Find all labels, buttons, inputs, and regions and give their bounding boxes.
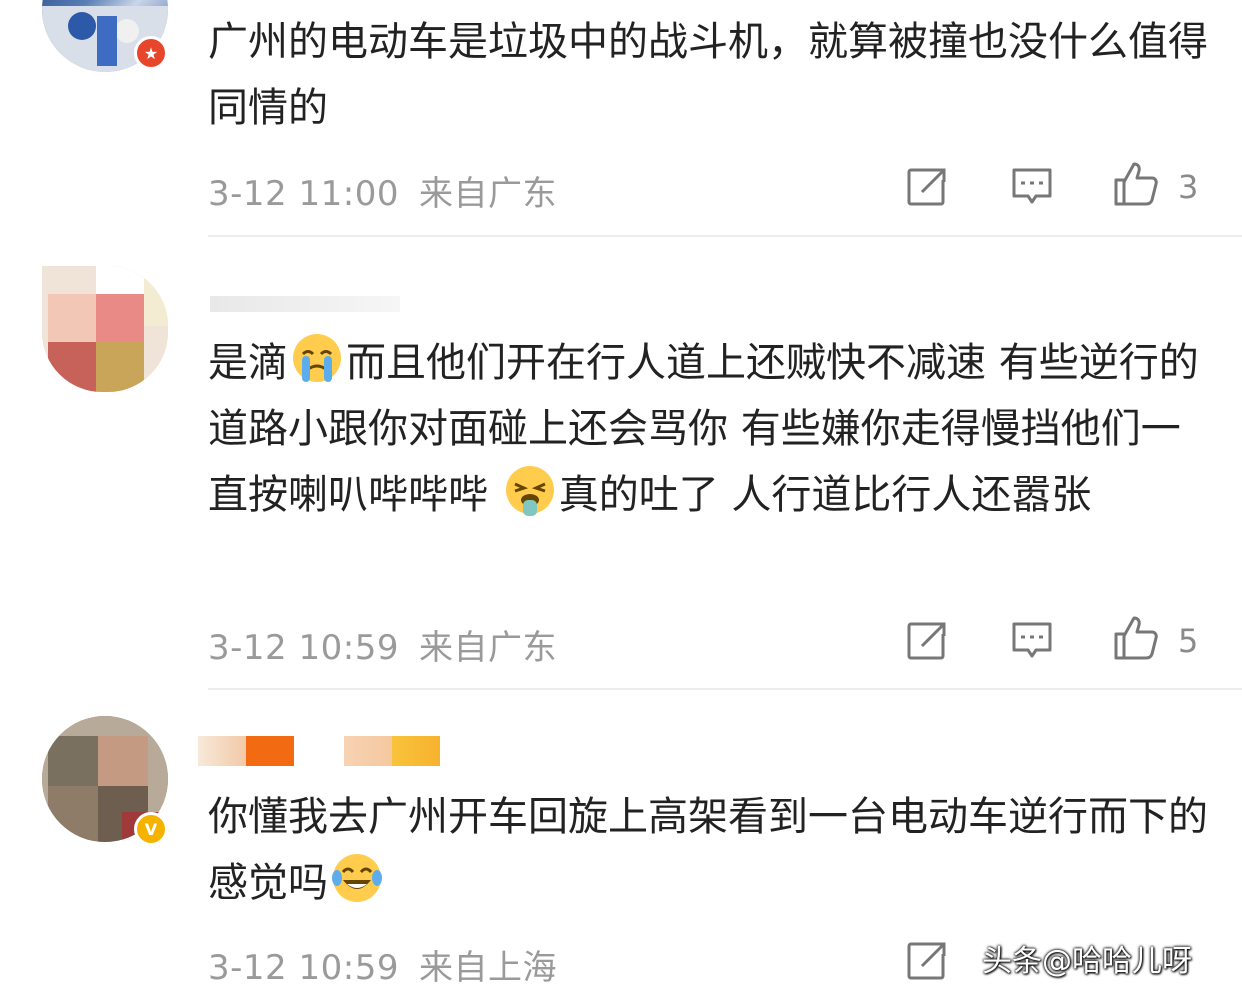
comment-date: 3-12 10:59: [208, 948, 399, 988]
divider: [208, 688, 1242, 690]
comment-meta: 3-12 10:59 来自广东: [208, 620, 557, 669]
reply-icon[interactable]: [1008, 162, 1056, 210]
comment-location: 来自广东: [418, 628, 557, 668]
username-blurred: [344, 736, 440, 766]
comment-location: 来自上海: [418, 948, 557, 988]
share-icon[interactable]: [904, 616, 952, 664]
comment-text: 你懂我去广州开车回旋上高架看到一台电动车逆行而下的感觉吗: [208, 784, 1218, 916]
share-icon[interactable]: [904, 936, 952, 984]
like-count: 5: [1178, 622, 1199, 660]
star-badge-icon: ★: [134, 36, 168, 70]
comment-text-part: 是滴: [208, 340, 288, 386]
comment-meta: 3-12 10:59 来自上海: [208, 940, 557, 989]
comment-date: 3-12 11:00: [208, 174, 399, 214]
comment-meta: 3-12 11:00 来自广东: [208, 166, 557, 215]
comment-text-part: 真的吐了 人行道比行人还嚣张: [558, 472, 1092, 518]
like-icon[interactable]: [1112, 160, 1160, 208]
divider: [208, 235, 1242, 237]
comment-text: 广州的电动车是垃圾中的战斗机，就算被撞也没什么值得同情的: [208, 19, 1208, 131]
comment-date: 3-12 10:59: [208, 628, 399, 668]
like-icon[interactable]: [1112, 614, 1160, 662]
watermark: 头条@哈哈儿呀: [982, 944, 1192, 979]
comment-text: 是滴 而且他们开在行人道上还贼快不减速 有些逆行的道路小跟你对面碰上还会骂你 有些…: [208, 330, 1218, 528]
share-icon[interactable]: [904, 162, 952, 210]
laughing-tears-icon: [332, 854, 382, 902]
verified-badge-icon: V: [134, 812, 168, 846]
username-blurred: [210, 296, 400, 312]
reply-icon[interactable]: [1008, 616, 1056, 664]
avatar[interactable]: [42, 266, 168, 392]
like-count: 3: [1178, 168, 1199, 206]
vomiting-face-icon: [505, 466, 554, 516]
crying-face-icon: [293, 334, 341, 382]
comment-location: 来自广东: [418, 174, 557, 214]
username-blurred: [198, 736, 294, 766]
